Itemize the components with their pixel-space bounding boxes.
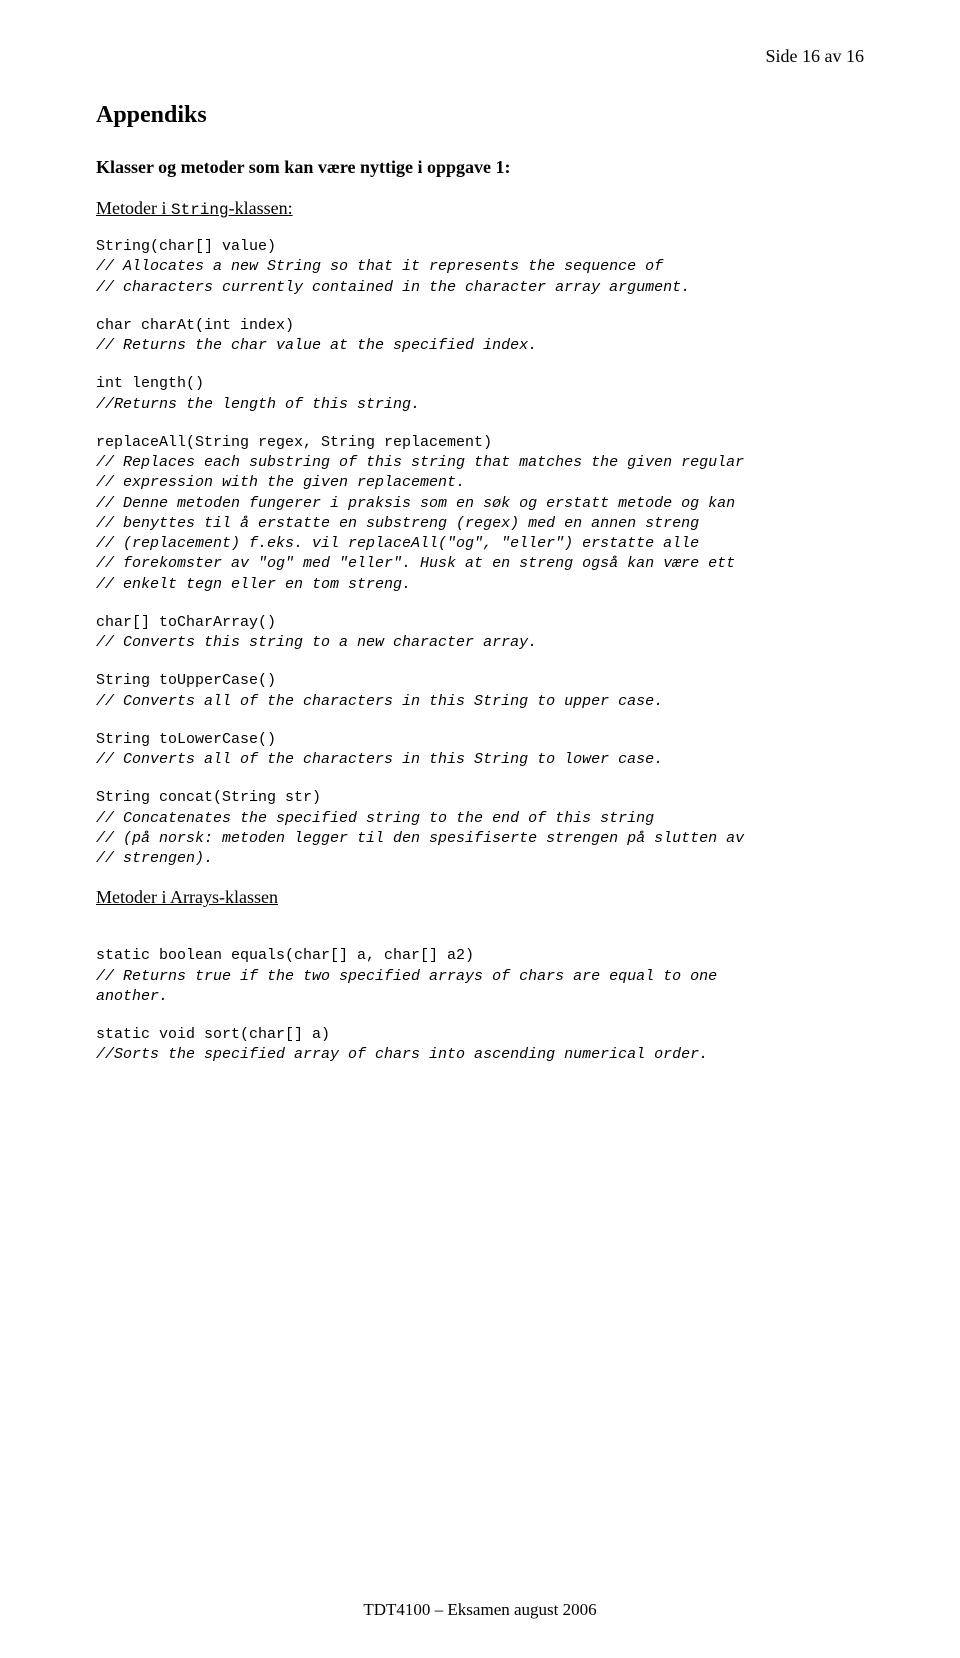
comment-line: // strengen).	[96, 850, 213, 867]
method-arrays-sort: static void sort(char[] a) //Sorts the s…	[96, 1025, 864, 1066]
method-arrays-equals: static boolean equals(char[] a, char[] a…	[96, 946, 864, 1007]
page-footer: TDT4100 – Eksamen august 2006	[0, 1600, 960, 1620]
sig: String toUpperCase()	[96, 672, 276, 689]
sig: char[] toCharArray()	[96, 614, 276, 631]
string-heading-suffix: -klassen:	[229, 198, 293, 218]
comment-line: // Returns the char value at the specifi…	[96, 337, 537, 354]
comment-line: // characters currently contained in the…	[96, 279, 690, 296]
method-string-constructor: String(char[] value) // Allocates a new …	[96, 237, 864, 298]
subheading: Klasser og metoder som kan være nyttige …	[96, 157, 864, 178]
sig: String toLowerCase()	[96, 731, 276, 748]
method-touppercase: String toUpperCase() // Converts all of …	[96, 671, 864, 712]
comment-line: // forekomster av "og" med "eller". Husk…	[96, 555, 735, 572]
sig: int length()	[96, 375, 204, 392]
comment-line: // (replacement) f.eks. vil replaceAll("…	[96, 535, 699, 552]
comment-line: // Replaces each substring of this strin…	[96, 454, 744, 471]
method-tochararray: char[] toCharArray() // Converts this st…	[96, 613, 864, 654]
comment-line: // Returns true if the two specified arr…	[96, 968, 717, 985]
string-heading-code: String	[171, 201, 229, 219]
method-length: int length() //Returns the length of thi…	[96, 374, 864, 415]
comment-line: // (på norsk: metoden legger til den spe…	[96, 830, 744, 847]
comment-line: // Allocates a new String so that it rep…	[96, 258, 663, 275]
method-replaceall: replaceAll(String regex, String replacem…	[96, 433, 864, 595]
method-concat: String concat(String str) // Concatenate…	[96, 788, 864, 869]
comment-line: // enkelt tegn eller en tom streng.	[96, 576, 411, 593]
method-tolowercase: String toLowerCase() // Converts all of …	[96, 730, 864, 771]
page-content: Appendiks Klasser og metoder som kan vær…	[0, 0, 960, 1602]
sig: static boolean equals(char[] a, char[] a…	[96, 947, 474, 964]
comment-line: // Converts this string to a new charact…	[96, 634, 537, 651]
page-number: Side 16 av 16	[766, 46, 865, 67]
comment-line: // Converts all of the characters in thi…	[96, 751, 663, 768]
comment-line: // Converts all of the characters in thi…	[96, 693, 663, 710]
comment-line: // Denne metoden fungerer i praksis som …	[96, 495, 735, 512]
comment-line: //Sorts the specified array of chars int…	[96, 1046, 708, 1063]
comment-line: // Concatenates the specified string to …	[96, 810, 654, 827]
method-charat: char charAt(int index) // Returns the ch…	[96, 316, 864, 357]
sig: replaceAll(String regex, String replacem…	[96, 434, 492, 451]
string-class-heading: Metoder i String-klassen:	[96, 198, 864, 219]
comment-line: another.	[96, 988, 168, 1005]
sig: String(char[] value)	[96, 238, 276, 255]
comment-line: // benyttes til å erstatte en substreng …	[96, 515, 699, 532]
comment-line: // expression with the given replacement…	[96, 474, 465, 491]
arrays-class-heading: Metoder i Arrays-klassen	[96, 887, 864, 908]
appendix-title: Appendiks	[96, 102, 864, 129]
sig: String concat(String str)	[96, 789, 321, 806]
string-heading-prefix: Metoder i	[96, 198, 171, 218]
comment-line: //Returns the length of this string.	[96, 396, 420, 413]
sig: char charAt(int index)	[96, 317, 294, 334]
sig: static void sort(char[] a)	[96, 1026, 330, 1043]
